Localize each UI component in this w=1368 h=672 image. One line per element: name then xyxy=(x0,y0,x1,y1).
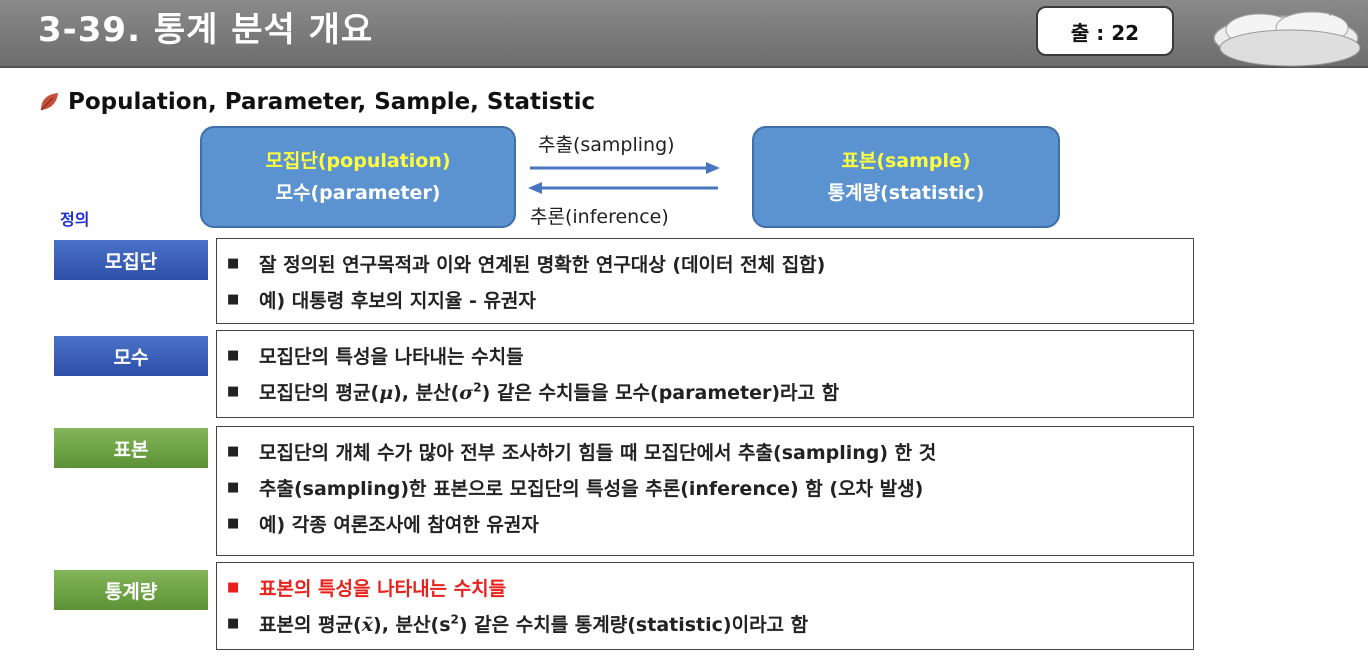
formula-part: 표본의 평균( xyxy=(259,613,362,636)
population-box-line2: 모수(parameter) xyxy=(275,182,441,204)
formula-part: 모집단의 평균( xyxy=(259,381,380,404)
bullet-icon: ■ xyxy=(227,443,240,459)
term-statistic: 통계량 xyxy=(54,570,208,610)
bullet-text: 예) 대통령 후보의 지지율 - 유권자 xyxy=(259,289,536,312)
xbar-symbol: x̄ xyxy=(361,613,374,636)
inference-arrow-label: 추론(inference) xyxy=(530,206,669,228)
bullet-icon: ■ xyxy=(227,579,240,595)
bullet-text: 표본의 특성을 나타내는 수치들 xyxy=(259,577,507,600)
bullet-icon: ■ xyxy=(227,255,240,271)
term-sample: 표본 xyxy=(54,428,208,468)
formula-part: ) 같은 수치들을 모수(parameter)라고 함 xyxy=(481,381,840,404)
definition-sample: ■ 모집단의 개체 수가 많아 전부 조사하기 힘들 때 모집단에서 추출(sam… xyxy=(216,426,1194,556)
bullet-line: ■ 모집단의 특성을 나타내는 수치들 xyxy=(227,337,1193,373)
sample-box-line1: 표본(sample) xyxy=(841,150,971,172)
bullet-text: 예) 각종 여론조사에 참여한 유권자 xyxy=(259,513,539,536)
slide-title: 3-39. 통계 분석 개요 xyxy=(38,10,374,50)
term-parameter: 모수 xyxy=(54,336,208,376)
definition-parameter: ■ 모집단의 특성을 나타내는 수치들 ■ 모집단의 평균(μ), 분산(σ2) … xyxy=(216,330,1194,418)
population-box: 모집단(population) 모수(parameter) xyxy=(200,126,516,228)
leaf-icon xyxy=(40,93,58,111)
source-badge: 출 : 22 xyxy=(1036,6,1174,56)
bullet-text: 추출(sampling)한 표본으로 모집단의 특성을 추론(inference… xyxy=(259,477,924,500)
bullet-icon: ■ xyxy=(227,515,240,531)
formula-part: ), 분산( xyxy=(393,381,460,404)
bullet-line-highlight: ■ 표본의 특성을 나타내는 수치들 xyxy=(227,569,1193,605)
sigma-symbol: σ xyxy=(459,381,474,404)
subtitle-text: Population, Parameter, Sample, Statistic xyxy=(68,89,596,115)
bullet-line: ■ 예) 대통령 후보의 지지율 - 유권자 xyxy=(227,281,1193,317)
definition-population: ■ 잘 정의된 연구목적과 이와 연계된 명확한 연구대상 (데이터 전체 집합)… xyxy=(216,238,1194,324)
bullet-icon: ■ xyxy=(227,615,240,631)
bullet-line: ■ 예) 각종 여론조사에 참여한 유권자 xyxy=(227,505,1193,541)
mu-symbol: μ xyxy=(379,381,394,404)
bullet-text: 모집단의 개체 수가 많아 전부 조사하기 힘들 때 모집단에서 추출(samp… xyxy=(259,441,937,464)
term-population: 모집단 xyxy=(54,240,208,280)
sample-box-line2: 통계량(statistic) xyxy=(827,182,985,204)
superscript: 2 xyxy=(473,380,482,395)
definition-label: 정의 xyxy=(60,210,90,229)
sample-box: 표본(sample) 통계량(statistic) xyxy=(752,126,1060,228)
bullet-line: ■ 추출(sampling)한 표본으로 모집단의 특성을 추론(inferenc… xyxy=(227,469,1193,505)
bullet-line: ■ 잘 정의된 연구목적과 이와 연계된 명확한 연구대상 (데이터 전체 집합) xyxy=(227,245,1193,281)
sampling-inference-arrows xyxy=(528,162,720,194)
bullet-text: 모집단의 평균(μ), 분산(σ2) 같은 수치들을 모수(parameter)… xyxy=(259,378,839,405)
definition-statistic: ■ 표본의 특성을 나타내는 수치들 ■ 표본의 평균(x̄), 분산(s2) 같… xyxy=(216,562,1194,650)
subtitle-row: Population, Parameter, Sample, Statistic xyxy=(38,84,595,120)
sampling-arrow-label: 추출(sampling) xyxy=(538,134,675,156)
cloud-icon xyxy=(1213,0,1361,67)
formula-part: ) 같은 수치를 통계량(statistic)이라고 함 xyxy=(458,613,809,636)
bullet-icon: ■ xyxy=(227,479,240,495)
header-bar: 3-39. 통계 분석 개요 출 : 22 xyxy=(0,0,1368,68)
bullet-text: 잘 정의된 연구목적과 이와 연계된 명확한 연구대상 (데이터 전체 집합) xyxy=(259,253,826,276)
bullet-icon: ■ xyxy=(227,347,240,363)
population-box-line1: 모집단(population) xyxy=(265,150,451,172)
bullet-line: ■ 모집단의 평균(μ), 분산(σ2) 같은 수치들을 모수(paramete… xyxy=(227,373,1193,409)
bullet-icon: ■ xyxy=(227,383,240,399)
superscript: 2 xyxy=(450,612,459,627)
bullet-line: ■ 모집단의 개체 수가 많아 전부 조사하기 힘들 때 모집단에서 추출(sam… xyxy=(227,433,1193,469)
bullet-icon: ■ xyxy=(227,291,240,307)
bullet-text: 모집단의 특성을 나타내는 수치들 xyxy=(259,345,524,368)
formula-part: ), 분산(s xyxy=(373,613,451,636)
bullet-line: ■ 표본의 평균(x̄), 분산(s2) 같은 수치를 통계량(statisti… xyxy=(227,605,1193,641)
bullet-text: 표본의 평균(x̄), 분산(s2) 같은 수치를 통계량(statistic)… xyxy=(259,610,808,637)
